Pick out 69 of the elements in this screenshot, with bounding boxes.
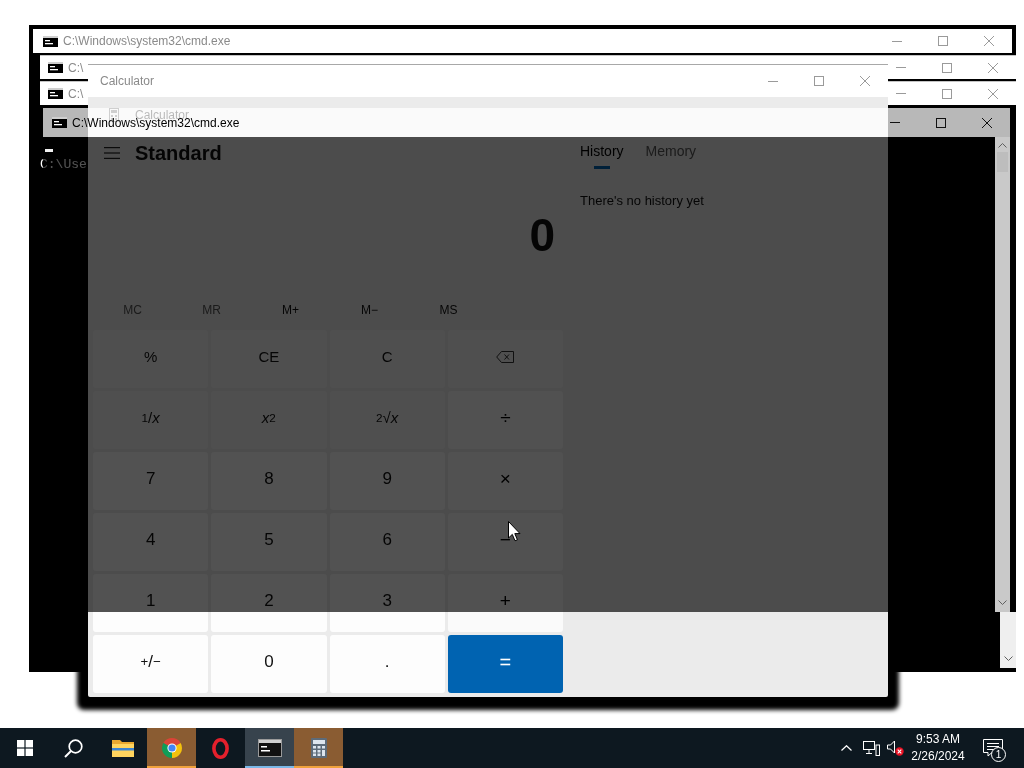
memory-button[interactable]: M+ [251, 295, 330, 325]
clock-button[interactable]: 9:53 AM 2/26/2024 [912, 728, 964, 768]
memory-button[interactable]: MS [409, 295, 488, 325]
console-icon [43, 35, 58, 47]
backspace-icon [496, 350, 515, 363]
operator-key[interactable]: − [447, 513, 563, 571]
digit-key[interactable]: 9 [329, 452, 445, 510]
minimize-icon [768, 80, 778, 82]
history-message: There's no history yet [580, 193, 705, 209]
minimize-icon [896, 67, 906, 68]
scroll-down-icon[interactable] [1003, 656, 1013, 661]
digit-key[interactable]: . [329, 635, 445, 693]
minimize-icon [892, 40, 902, 42]
equals-key[interactable]: = [447, 635, 563, 693]
digit-key[interactable]: 4 [93, 513, 209, 571]
terminal-icon [257, 739, 282, 757]
close-icon [988, 88, 998, 99]
minimize-icon [890, 122, 900, 123]
digit-key[interactable]: 8 [211, 452, 327, 510]
notification-button[interactable]: 1 [973, 728, 1013, 768]
window-title: C:\ [68, 86, 84, 101]
notification-badge: 1 [991, 747, 1006, 762]
search-icon [64, 738, 83, 758]
network-icon[interactable] [862, 740, 880, 756]
digit-key[interactable]: 5 [211, 513, 327, 571]
maximize-icon [942, 62, 952, 73]
console-icon [48, 88, 63, 99]
window-title: C:\ [68, 60, 84, 75]
console-text: C:\Use [40, 157, 87, 173]
chevron-up-icon[interactable] [840, 745, 852, 751]
display-value: 0 [529, 211, 555, 258]
operator-key[interactable]: ÷ [447, 391, 563, 449]
ring-icon [212, 737, 229, 759]
close-icon [988, 62, 998, 73]
close-icon [860, 76, 870, 86]
maximize-icon [936, 117, 946, 128]
digit-key[interactable]: 1 [93, 574, 209, 632]
digit-key[interactable]: 3 [329, 574, 445, 632]
windows-logo-icon [16, 740, 33, 756]
folder-icon [111, 739, 134, 757]
scroll-up-icon[interactable] [998, 143, 1007, 148]
notification-icon [983, 739, 1003, 757]
maximize-icon [814, 76, 824, 86]
scrollbar[interactable] [995, 137, 1010, 612]
scroll-down-icon[interactable] [998, 600, 1007, 605]
close-icon [982, 117, 992, 128]
speaker-muted-icon[interactable] [886, 740, 904, 756]
digit-key[interactable]: 2 [211, 574, 327, 632]
console-icon [52, 117, 67, 128]
digit-key[interactable]: 6 [329, 513, 445, 571]
mode-title: Standard [135, 141, 222, 165]
scrollbar[interactable] [1000, 612, 1016, 668]
digit-key[interactable]: 7 [93, 452, 209, 510]
minimize-icon [896, 93, 906, 94]
memory-button[interactable]: M− [330, 295, 409, 325]
operator-key[interactable]: + [447, 574, 563, 632]
calculator-icon [310, 738, 327, 758]
close-icon [984, 36, 994, 46]
maximize-icon [942, 88, 952, 99]
console-icon [48, 62, 63, 73]
digit-key[interactable]: 0 [211, 635, 327, 693]
window-title: C:\Windows\system32\cmd.exe [63, 34, 231, 48]
operator-key[interactable]: × [447, 452, 563, 510]
maximize-icon [938, 36, 948, 46]
menu-icon [104, 147, 120, 159]
taskbar-button[interactable] [245, 728, 294, 768]
window-title: Calculator [100, 74, 155, 88]
panel-tab[interactable]: History [580, 139, 624, 170]
browser-icon [161, 738, 182, 758]
